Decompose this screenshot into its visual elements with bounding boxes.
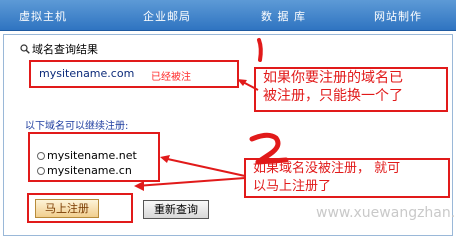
- number-two-mark: [249, 132, 289, 165]
- arrow-1: [237, 79, 259, 91]
- arrow-3: [160, 155, 246, 177]
- annotation-overlay: [134, 38, 289, 191]
- number-one-mark: [257, 38, 263, 62]
- arrow-2: [134, 177, 246, 191]
